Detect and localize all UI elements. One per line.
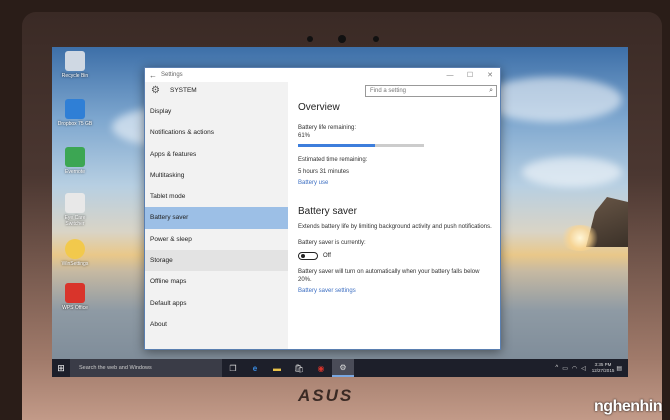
section-header: ⚙ SYSTEM: [145, 82, 288, 98]
sidebar-item-storage[interactable]: Storage: [145, 250, 288, 272]
dropbox-icon: [65, 99, 85, 119]
camera-sensor: [307, 36, 313, 42]
clock[interactable]: 3:35 PM 12/27/2015: [592, 362, 615, 374]
wifi-icon[interactable]: ◠: [572, 365, 577, 372]
settings-taskbar-icon[interactable]: ⚙: [332, 359, 354, 377]
desktop-shortcut-label: WPS Office: [62, 305, 88, 311]
desktop-shortcut-label: Evernote: [64, 169, 85, 175]
task-view-icon[interactable]: ❐: [222, 359, 244, 377]
sidebar-item-apps-features[interactable]: Apps & features: [145, 144, 288, 165]
battery-saver-auto-note: Battery saver will turn on automatically…: [298, 269, 480, 283]
toggle-state-label: Off: [323, 253, 331, 259]
maximize-button[interactable]: ☐: [460, 71, 480, 79]
battery-level-bar: [298, 144, 424, 147]
battery-saver-status-label: Battery saver is currently:: [298, 240, 366, 246]
file-explorer-icon[interactable]: ▬: [266, 359, 288, 377]
sidebar-item-offline-maps[interactable]: Offline maps: [145, 271, 288, 292]
desktop-shortcut-label: Dropbox 75 GB: [57, 121, 93, 127]
sidebar-item-battery-saver[interactable]: Battery saver: [145, 207, 288, 229]
evernote-icon: [65, 147, 85, 167]
section-title: SYSTEM: [170, 86, 197, 94]
desktop-shortcut-label: WinSettings: [61, 261, 89, 267]
battery-saver-description: Extends battery life by limiting backgro…: [298, 224, 492, 230]
desktop-shortcut[interactable]: Eye Care Switcher: [56, 193, 94, 227]
gear-icon: ⚙: [151, 84, 160, 96]
desktop-shortcut-label: Eye Care Switcher: [64, 215, 86, 227]
store-icon[interactable]: 🛍: [288, 359, 310, 377]
battery-life-label: Battery life remaining:: [298, 125, 357, 131]
close-button[interactable]: ✕: [480, 71, 500, 79]
asus-logo: ASUS: [298, 386, 354, 405]
webcam: [338, 35, 346, 43]
taskbar: ⊞ Search the web and Windows ❐ e ▬ 🛍 ◉ ⚙…: [52, 359, 628, 377]
desktop-shortcut[interactable]: Evernote: [56, 147, 94, 175]
window-title: Settings: [161, 72, 183, 78]
eye-care-icon: [65, 193, 85, 213]
search-icon[interactable]: ⌕: [489, 86, 493, 96]
windows-logo-icon: ⊞: [57, 362, 65, 373]
wps-taskbar-icon[interactable]: ◉: [310, 359, 332, 377]
battery-life-value: 61%: [298, 133, 311, 139]
desktop-shortcut[interactable]: WinSettings: [56, 239, 94, 267]
minimize-button[interactable]: —: [440, 72, 460, 79]
find-setting-input[interactable]: Find a setting ⌕: [365, 85, 497, 97]
desktop-screen: Recycle Bin Dropbox 75 GB Evernote Eye Care…: [52, 47, 628, 377]
battery-saver-heading: Battery saver: [298, 206, 357, 217]
clock-date: 12/27/2015: [591, 368, 615, 373]
settings-nav-list: Display Notifications & actions Apps & fea…: [145, 101, 288, 335]
sun-settings-icon: [65, 239, 85, 259]
sidebar-item-notifications-actions[interactable]: Notifications & actions: [145, 122, 288, 143]
sidebar-item-power-sleep[interactable]: Power & sleep: [145, 229, 288, 250]
tray-chevron-icon[interactable]: ^: [555, 365, 558, 371]
desktop-shortcut[interactable]: Dropbox 75 GB: [56, 99, 94, 127]
battery-icon[interactable]: ▭: [562, 365, 568, 372]
start-button[interactable]: ⊞: [52, 359, 70, 377]
wps-office-icon: [65, 283, 85, 303]
edge-browser-icon[interactable]: e: [244, 359, 266, 377]
camera-sensor-right: [373, 36, 379, 42]
estimated-time-value: 5 hours 31 minutes: [298, 169, 350, 175]
settings-window[interactable]: ← Settings — ☐ ✕ ⚙ SYSTEM Display Notific…: [144, 67, 501, 350]
desktop-shortcut[interactable]: Recycle Bin: [56, 51, 94, 79]
battery-saver-toggle-row: Off: [298, 252, 492, 260]
watermark: nghenhin: [594, 398, 662, 415]
battery-saver-settings-link[interactable]: Battery saver settings: [298, 288, 492, 294]
recycle-bin-icon: [65, 51, 85, 71]
taskbar-search-box[interactable]: Search the web and Windows: [70, 359, 222, 377]
settings-sidebar: ⚙ SYSTEM Display Notifications & actions A…: [145, 82, 288, 349]
system-tray: ^ ▭ ◠ ◁ 3:35 PM 12/27/2015 ▤: [553, 362, 628, 374]
sidebar-item-tablet-mode[interactable]: Tablet mode: [145, 186, 288, 207]
battery-saver-toggle[interactable]: [298, 252, 318, 260]
estimated-time-label: Estimated time remaining:: [298, 157, 368, 163]
battery-use-link[interactable]: Battery use: [298, 180, 492, 186]
title-bar: ← Settings — ☐ ✕: [145, 68, 500, 82]
search-placeholder: Find a setting: [370, 88, 407, 94]
sidebar-item-multitasking[interactable]: Multitasking: [145, 165, 288, 186]
sidebar-item-default-apps[interactable]: Default apps: [145, 293, 288, 314]
overview-heading: Overview: [298, 102, 340, 113]
sunset-glow: [560, 225, 600, 251]
notifications-icon[interactable]: ▤: [616, 365, 622, 372]
desktop-shortcut[interactable]: WPS Office: [56, 283, 94, 311]
sidebar-item-about[interactable]: About: [145, 314, 288, 335]
settings-content: Overview Battery life remaining: 61% Est…: [298, 102, 492, 294]
back-arrow-icon[interactable]: ←: [145, 71, 161, 80]
battery-level-fill: [298, 144, 375, 147]
volume-icon[interactable]: ◁: [581, 365, 586, 372]
sidebar-item-display[interactable]: Display: [145, 101, 288, 122]
desktop-shortcut-label: Recycle Bin: [61, 73, 89, 79]
